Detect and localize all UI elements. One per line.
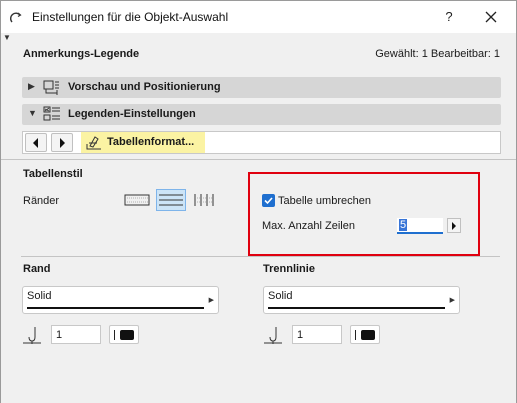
- resize-arrow-icon: ▼: [3, 33, 11, 42]
- next-tab-button[interactable]: [51, 133, 73, 152]
- settings-dialog: Einstellungen für die Objekt-Auswahl ? ▼…: [0, 0, 517, 403]
- divider-pen-input[interactable]: 1: [292, 325, 342, 344]
- pen-icon: [264, 327, 282, 344]
- rand-line-type-dropdown[interactable]: Solid ▶: [22, 286, 219, 314]
- close-button[interactable]: [479, 7, 503, 27]
- border-vertical-button[interactable]: [190, 189, 220, 211]
- border-vertical-icon: [194, 194, 214, 206]
- preview-positioning-icon: [43, 80, 59, 95]
- legend-settings-icon: [43, 106, 60, 121]
- selection-status: Gewählt: 1 Bearbeitbar: 1: [375, 48, 500, 60]
- section-preview-positioning[interactable]: ▶ Vorschau und Positionierung: [22, 77, 501, 98]
- close-icon: [485, 11, 497, 23]
- previous-tab-button[interactable]: [25, 133, 47, 152]
- divider: [1, 159, 516, 160]
- chevron-right-icon: ▶: [449, 297, 455, 304]
- chevron-left-icon: [33, 138, 38, 148]
- title-bar: Einstellungen für die Objekt-Auswahl ?: [1, 1, 516, 33]
- rand-heading: Rand: [23, 263, 51, 275]
- wrap-table-checkbox[interactable]: [262, 194, 275, 207]
- highlight-frame: [248, 172, 480, 256]
- max-rows-label: Max. Anzahl Zeilen: [262, 220, 355, 232]
- divider-line-heading: Trennlinie: [263, 263, 315, 275]
- max-rows-stepper[interactable]: [447, 218, 461, 233]
- divider: [21, 256, 500, 257]
- app-icon: [9, 12, 22, 23]
- line-preview: [27, 307, 204, 309]
- tab-table-format[interactable]: Tabellenformat...: [81, 132, 205, 153]
- rand-line-type-value: Solid: [27, 290, 52, 302]
- table-format-icon: [86, 136, 101, 150]
- rand-pen-value: 1: [56, 329, 63, 341]
- help-button[interactable]: ?: [437, 7, 461, 27]
- border-horizontal-button[interactable]: [156, 189, 186, 211]
- table-style-heading: Tabellenstil: [23, 168, 83, 180]
- max-rows-value: 5: [399, 219, 408, 231]
- line-weight-marker: [114, 330, 115, 340]
- section-label: Legenden-Einstellungen: [68, 108, 196, 120]
- tab-label: Tabellenformat...: [107, 136, 195, 148]
- expand-arrow-icon: ▶: [28, 81, 35, 91]
- divider-line-type-dropdown[interactable]: Solid ▶: [263, 286, 460, 314]
- triangle-right-icon: [452, 222, 456, 230]
- section-legend-settings[interactable]: ▼ Legenden-Einstellungen: [22, 104, 501, 125]
- border-all-icon: [124, 194, 150, 206]
- line-weight-marker: [355, 330, 356, 340]
- collapse-arrow-icon: ▼: [28, 108, 37, 118]
- wrap-table-label[interactable]: Tabelle umbrechen: [278, 195, 371, 207]
- section-label: Vorschau und Positionierung: [68, 81, 221, 93]
- rand-pen-input[interactable]: 1: [51, 325, 101, 344]
- line-preview: [268, 307, 445, 309]
- rand-line-weight-button[interactable]: [109, 325, 139, 344]
- tab-bar: Tabellenformat...: [22, 131, 501, 154]
- divider-line-type-value: Solid: [268, 290, 293, 302]
- window-title: Einstellungen für die Objekt-Auswahl: [32, 10, 229, 24]
- border-all-button[interactable]: [122, 189, 152, 211]
- chevron-right-icon: [60, 138, 65, 148]
- divider-line-weight-button[interactable]: [350, 325, 380, 344]
- border-horizontal-icon: [159, 194, 183, 206]
- color-swatch: [361, 330, 375, 340]
- checkmark-icon: [264, 197, 273, 205]
- borders-label: Ränder: [23, 195, 60, 207]
- element-type-title: Anmerkungs-Legende: [23, 48, 140, 60]
- chevron-right-icon: ▶: [208, 297, 214, 304]
- pen-icon: [23, 327, 41, 344]
- color-swatch: [120, 330, 134, 340]
- divider-pen-value: 1: [297, 329, 304, 341]
- max-rows-input[interactable]: 5: [397, 218, 443, 234]
